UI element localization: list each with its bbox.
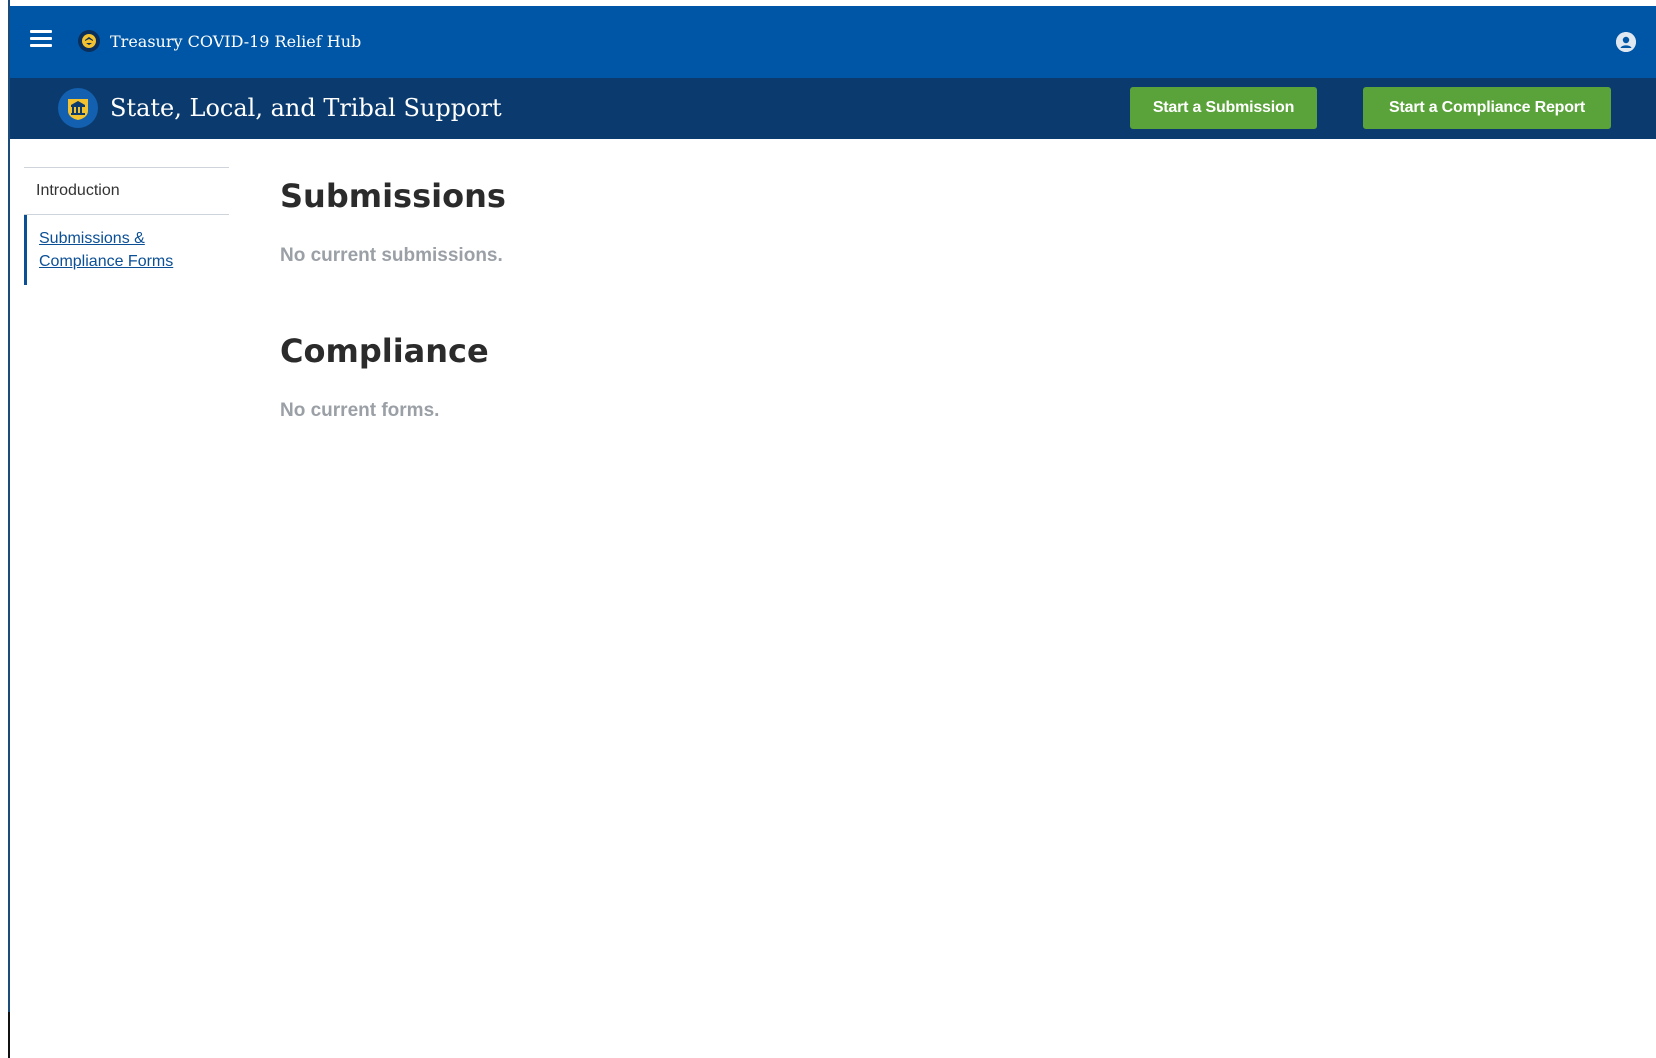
treasury-seal-glyph	[82, 34, 96, 48]
program-header: State, Local, and Tribal Support Start a…	[10, 78, 1656, 139]
compliance-heading: Compliance	[280, 332, 489, 370]
menu-line	[30, 44, 52, 47]
window-edge	[0, 0, 8, 1058]
treasury-seal-icon[interactable]	[78, 30, 100, 52]
compliance-empty-message: No current forms.	[280, 400, 440, 421]
menu-line	[30, 30, 52, 33]
side-navigation: Introduction Submissions & Compliance Fo…	[24, 167, 229, 285]
user-avatar-glyph	[1616, 32, 1636, 52]
start-compliance-report-button[interactable]: Start a Compliance Report	[1363, 87, 1611, 129]
user-avatar-icon[interactable]	[1616, 32, 1636, 52]
app-title[interactable]: Treasury COVID-19 Relief Hub	[110, 30, 361, 54]
sidebar-item-submissions-compliance-forms[interactable]: Submissions & Compliance Forms	[24, 215, 229, 285]
menu-line	[30, 37, 52, 40]
hamburger-menu-icon[interactable]	[30, 30, 52, 48]
start-submission-button[interactable]: Start a Submission	[1130, 87, 1317, 129]
submissions-empty-message: No current submissions.	[280, 245, 503, 266]
treasury-building-icon	[58, 88, 98, 128]
treasury-building-glyph	[68, 99, 88, 120]
window-edge-shadow	[8, 1012, 10, 1058]
sidebar-item-introduction[interactable]: Introduction	[24, 168, 229, 215]
top-navigation-bar: Treasury COVID-19 Relief Hub	[10, 6, 1656, 78]
program-title: State, Local, and Tribal Support	[110, 94, 502, 122]
window-edge-line	[8, 0, 10, 1058]
app-window: Treasury COVID-19 Relief Hub State, Loca…	[0, 0, 1656, 1058]
submissions-heading: Submissions	[280, 177, 506, 215]
